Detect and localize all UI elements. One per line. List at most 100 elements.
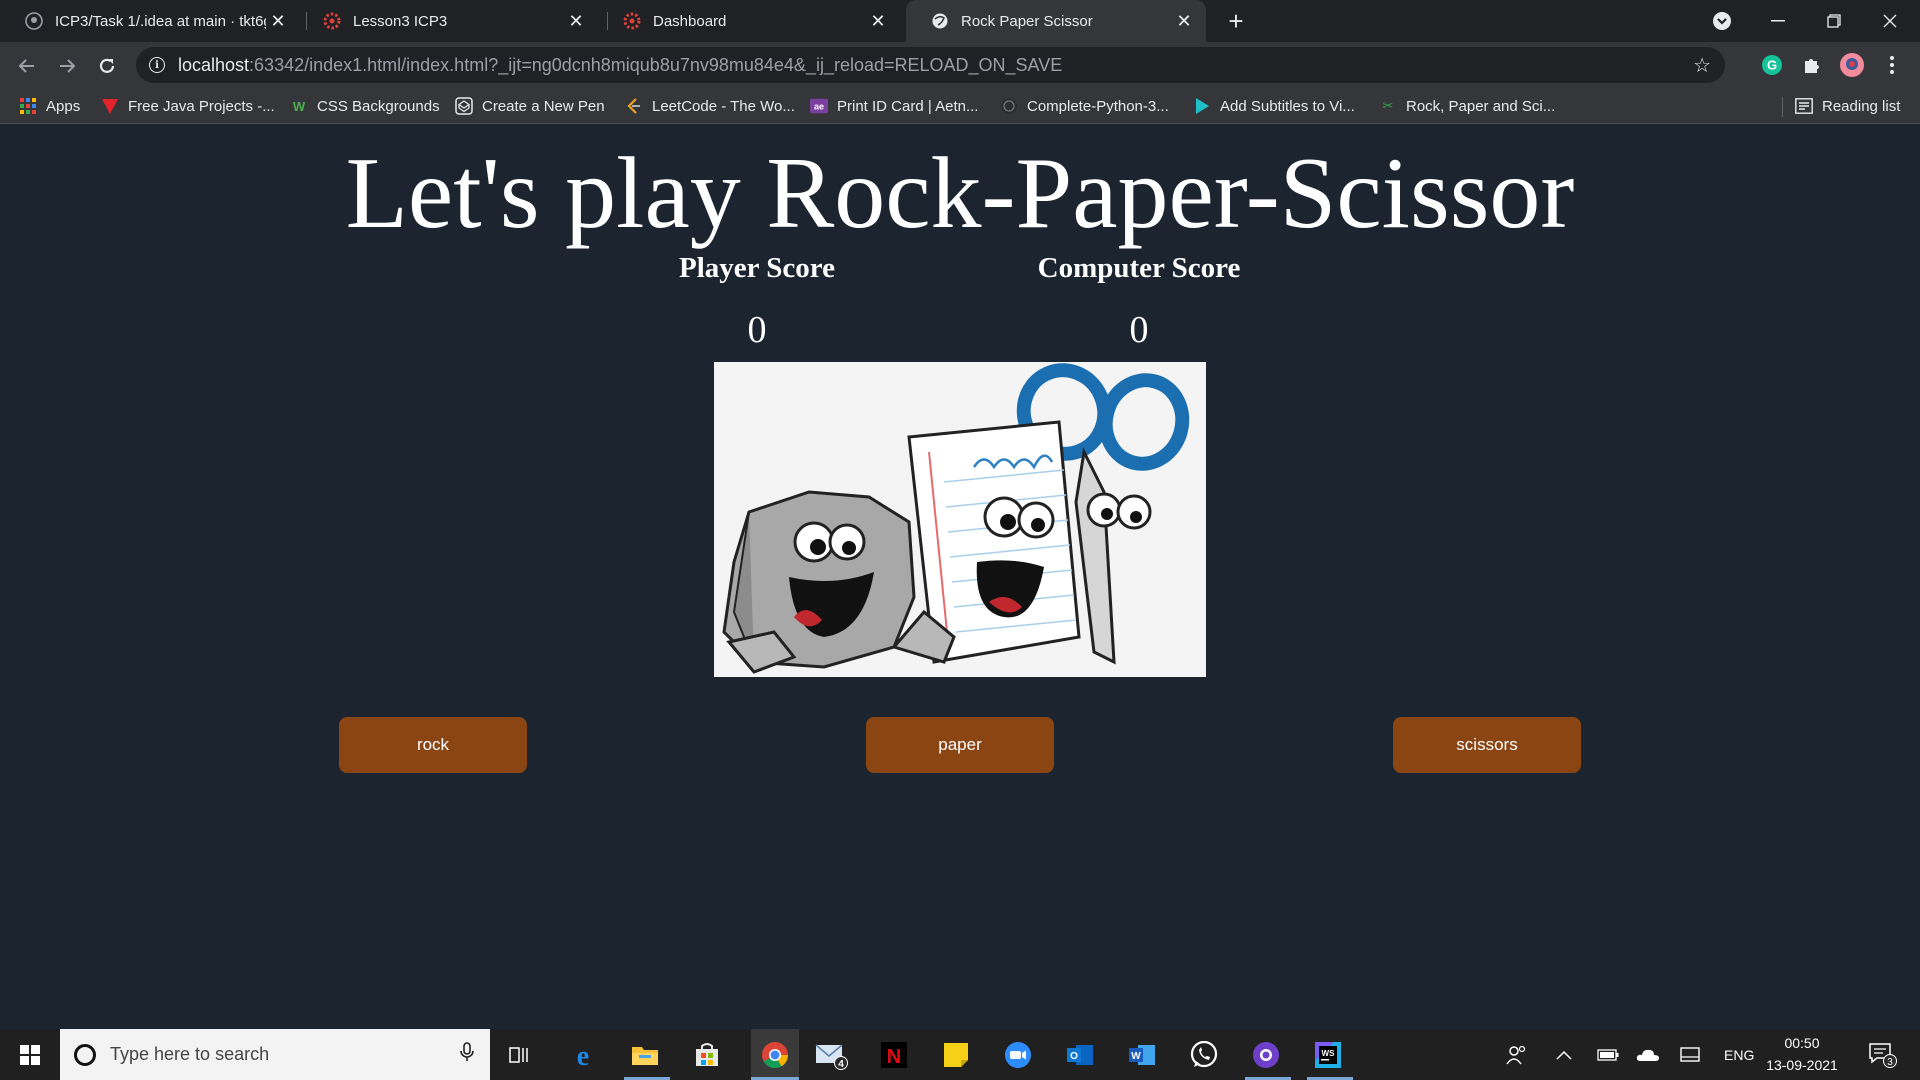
settings-gear-icon	[623, 12, 641, 30]
task-view-icon[interactable]	[502, 1037, 538, 1073]
chrome-menu-icon[interactable]	[1878, 51, 1906, 79]
play-icon	[1193, 97, 1211, 115]
close-tab-icon[interactable]: ✕	[564, 9, 588, 33]
tab-dashboard[interactable]: Dashboard ✕	[598, 0, 900, 42]
id-card-icon: ae	[810, 97, 828, 115]
whatsapp-icon[interactable]	[1186, 1037, 1222, 1073]
close-tab-icon[interactable]: ✕	[266, 9, 290, 33]
edge-browser-icon[interactable]: e	[565, 1037, 601, 1073]
reading-list-label: Reading list	[1822, 97, 1901, 115]
rock-button[interactable]: rock	[339, 717, 527, 773]
w-logo-icon: W	[292, 98, 306, 114]
extensions-puzzle-icon[interactable]	[1798, 51, 1826, 79]
bookmarks-divider	[1782, 97, 1783, 117]
bookmark-print-id-card[interactable]: ae Print ID Card | Aetn...	[810, 88, 978, 124]
address-bar[interactable]: i localhost:63342/index1.html/index.html…	[136, 47, 1725, 83]
svg-text:ae: ae	[814, 102, 824, 112]
computer-score-value: 0	[1129, 309, 1149, 351]
bookmark-complete-python[interactable]: Complete-Python-3...	[1000, 88, 1169, 124]
tab-title: Rock Paper Scissor	[961, 12, 1093, 30]
scissors-icon: ✂	[1382, 98, 1394, 113]
paper-button[interactable]: paper	[866, 717, 1054, 773]
reload-icon[interactable]	[89, 48, 125, 84]
notifications-icon[interactable]: 3	[1868, 1029, 1898, 1080]
onedrive-cloud-icon[interactable]	[1636, 1029, 1660, 1080]
webstorm-icon[interactable]: WS	[1310, 1037, 1346, 1073]
display-icon[interactable]	[1680, 1029, 1700, 1080]
bookmark-leetcode[interactable]: LeetCode - The Wo...	[625, 88, 795, 124]
search-placeholder: Type here to search	[110, 1044, 270, 1064]
red-v-icon	[101, 97, 119, 115]
svg-text:G: G	[1767, 58, 1777, 73]
tab-strip: ICP3/Task 1/.idea at main · tkt6g/ ✕ Les…	[0, 0, 1920, 42]
netflix-icon[interactable]: N	[876, 1037, 912, 1073]
bookmark-css-backgrounds[interactable]: W CSS Backgrounds	[290, 88, 440, 124]
apps-grid-icon	[19, 97, 37, 115]
tab-rock-paper-scissor[interactable]: Rock Paper Scissor ✕	[906, 0, 1206, 42]
github-icon	[1000, 97, 1018, 115]
svg-text:N: N	[887, 1046, 901, 1068]
bookmark-create-new-pen[interactable]: Create a New Pen	[455, 88, 605, 124]
scissors-button[interactable]: scissors	[1393, 717, 1581, 773]
tab-lesson3[interactable]: Lesson3 ICP3 ✕	[298, 0, 598, 42]
outlook-icon[interactable]: O	[1062, 1037, 1098, 1073]
close-window-icon[interactable]	[1862, 0, 1918, 42]
bookmark-add-subtitles[interactable]: Add Subtitles to Vi...	[1193, 88, 1355, 124]
bookmark-star-icon[interactable]: ☆	[1693, 53, 1711, 78]
mail-icon[interactable]: 4	[813, 1037, 849, 1073]
leetcode-icon	[625, 97, 643, 115]
people-icon[interactable]	[1506, 1029, 1528, 1080]
svg-text:3: 3	[1887, 1057, 1893, 1068]
page-title: Let's play Rock-Paper-Scissor	[345, 137, 1575, 250]
url-text[interactable]: localhost:63342/index1.html/index.html?_…	[178, 55, 1062, 76]
back-arrow-icon[interactable]	[9, 48, 45, 84]
language-indicator[interactable]: ENG	[1724, 1029, 1754, 1080]
bookmark-apps[interactable]: Apps	[19, 88, 80, 124]
bookmark-rock-paper-sci[interactable]: ✂ Rock, Paper and Sci...	[1379, 88, 1556, 124]
taskbar-clock[interactable]: 00:50 13-09-2021	[1762, 1032, 1842, 1076]
bookmark-label: Free Java Projects -...	[128, 97, 275, 115]
profile-avatar-icon[interactable]	[1838, 51, 1866, 79]
file-explorer-icon[interactable]	[627, 1037, 663, 1073]
tab-github[interactable]: ICP3/Task 1/.idea at main · tkt6g/ ✕	[0, 0, 300, 42]
tab-title: Dashboard	[653, 12, 727, 30]
github-desktop-icon[interactable]	[1248, 1037, 1284, 1073]
player-score-label: Player Score	[679, 252, 835, 284]
bookmark-free-java-projects[interactable]: Free Java Projects -...	[101, 88, 275, 124]
windows-start-icon[interactable]	[0, 1029, 60, 1080]
tab-title: Lesson3 ICP3	[353, 12, 448, 30]
clock-date: 13-09-2021	[1766, 1057, 1838, 1073]
restore-icon[interactable]	[1806, 0, 1862, 42]
browser-toolbar: i localhost:63342/index1.html/index.html…	[0, 42, 1920, 88]
word-icon[interactable]: W	[1124, 1037, 1160, 1073]
bookmark-label: Add Subtitles to Vi...	[1220, 97, 1355, 115]
zoom-icon[interactable]	[1000, 1037, 1036, 1073]
new-tab-button[interactable]: +	[1222, 7, 1250, 35]
forward-arrow-icon[interactable]	[49, 48, 85, 84]
svg-text:4: 4	[838, 1059, 844, 1070]
close-tab-icon[interactable]: ✕	[866, 9, 890, 33]
github-icon	[25, 12, 43, 30]
chrome-icon[interactable]	[751, 1029, 799, 1080]
minimize-icon[interactable]	[1750, 0, 1806, 42]
bookmark-label: Complete-Python-3...	[1027, 97, 1169, 115]
svg-text:W: W	[1131, 1051, 1141, 1062]
taskbar-search-box[interactable]: Type here to search	[60, 1029, 490, 1080]
battery-icon[interactable]	[1597, 1029, 1619, 1080]
player-score-value: 0	[747, 309, 767, 351]
chevron-up-icon[interactable]	[1556, 1029, 1572, 1080]
site-info-icon[interactable]: i	[149, 57, 165, 73]
sticky-notes-icon[interactable]	[938, 1037, 974, 1073]
reading-list-button[interactable]: Reading list	[1795, 88, 1900, 124]
windows-taskbar: Type here to search e 4 N O W WS ENG 00:…	[0, 1029, 1920, 1080]
cortana-icon	[74, 1043, 96, 1066]
tab-search-icon[interactable]	[1694, 0, 1750, 42]
bookmark-label: Print ID Card | Aetn...	[837, 97, 979, 115]
close-tab-icon[interactable]: ✕	[1172, 9, 1196, 33]
microphone-icon[interactable]	[460, 1042, 474, 1067]
settings-gear-icon	[323, 12, 341, 30]
microsoft-store-icon[interactable]	[689, 1037, 725, 1073]
svg-text:O: O	[1070, 1051, 1078, 1062]
svg-text:e: e	[577, 1041, 589, 1069]
grammarly-icon[interactable]: G	[1758, 51, 1786, 79]
